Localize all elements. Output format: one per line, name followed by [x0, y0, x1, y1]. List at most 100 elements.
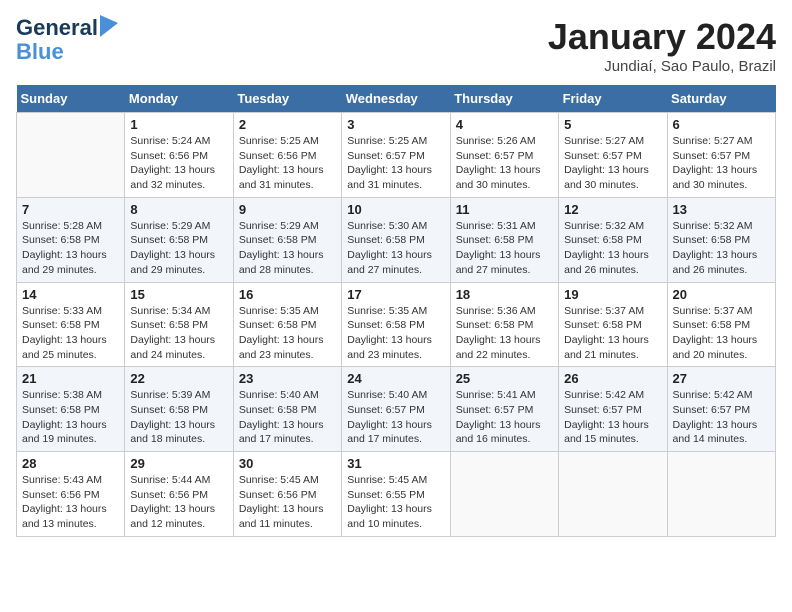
logo: General Blue	[16, 16, 118, 64]
page-header: General Blue January 2024 Jundiaí, Sao P…	[16, 16, 776, 75]
calendar-day: 31 Sunrise: 5:45 AMSunset: 6:55 PMDayligh…	[342, 452, 450, 537]
day-detail: Sunrise: 5:35 AMSunset: 6:58 PMDaylight:…	[347, 304, 444, 363]
calendar-day: 25 Sunrise: 5:41 AMSunset: 6:57 PMDayligh…	[450, 367, 558, 452]
calendar-day	[17, 113, 125, 198]
day-number: 5	[564, 117, 661, 132]
calendar-day: 16Sunrise: 5:35 AMSunset: 6:58 PMDayligh…	[233, 282, 341, 367]
calendar-day: 26Sunrise: 5:42 AMSunset: 6:57 PMDayligh…	[559, 367, 667, 452]
calendar-day: 27 Sunrise: 5:42 AMSunset: 6:57 PMDayligh…	[667, 367, 775, 452]
day-detail: Sunrise: 5:32 AMSunset: 6:58 PMDaylight:…	[564, 219, 661, 278]
day-number: 20	[673, 287, 770, 302]
calendar-day: 20 Sunrise: 5:37 AMSunset: 6:58 PMDayligh…	[667, 282, 775, 367]
calendar-day: 10Sunrise: 5:30 AMSunset: 6:58 PMDayligh…	[342, 197, 450, 282]
day-detail: Sunrise: 5:38 AMSunset: 6:58 PMDaylight:…	[22, 388, 119, 447]
dow-header: Sunday	[17, 85, 125, 113]
day-number: 23	[239, 371, 336, 386]
day-number: 17	[347, 287, 444, 302]
day-number: 14	[22, 287, 119, 302]
day-detail: Sunrise: 5:29 AMSunset: 6:58 PMDaylight:…	[130, 219, 227, 278]
calendar-day: 14 Sunrise: 5:33 AMSunset: 6:58 PMDayligh…	[17, 282, 125, 367]
day-detail: Sunrise: 5:37 AMSunset: 6:58 PMDaylight:…	[673, 304, 770, 363]
calendar-day: 21 Sunrise: 5:38 AMSunset: 6:58 PMDayligh…	[17, 367, 125, 452]
calendar-day	[667, 452, 775, 537]
day-detail: Sunrise: 5:24 AMSunset: 6:56 PMDaylight:…	[130, 134, 227, 193]
calendar-day: 7 Sunrise: 5:28 AMSunset: 6:58 PMDaylight…	[17, 197, 125, 282]
day-detail: Sunrise: 5:37 AMSunset: 6:58 PMDaylight:…	[564, 304, 661, 363]
calendar-day: 5 Sunrise: 5:27 AMSunset: 6:57 PMDaylight…	[559, 113, 667, 198]
dow-header: Monday	[125, 85, 233, 113]
calendar-body: 1 Sunrise: 5:24 AMSunset: 6:56 PMDaylight…	[17, 113, 776, 537]
day-number: 22	[130, 371, 227, 386]
calendar-day: 13Sunrise: 5:32 AMSunset: 6:58 PMDayligh…	[667, 197, 775, 282]
day-detail: Sunrise: 5:44 AMSunset: 6:56 PMDaylight:…	[130, 473, 227, 532]
day-detail: Sunrise: 5:29 AMSunset: 6:58 PMDaylight:…	[239, 219, 336, 278]
day-number: 7	[22, 202, 119, 217]
day-detail: Sunrise: 5:34 AMSunset: 6:58 PMDaylight:…	[130, 304, 227, 363]
day-number: 29	[130, 456, 227, 471]
day-detail: Sunrise: 5:33 AMSunset: 6:58 PMDaylight:…	[22, 304, 119, 363]
day-number: 13	[673, 202, 770, 217]
day-number: 8	[130, 202, 227, 217]
calendar-day: 24 Sunrise: 5:40 AMSunset: 6:57 PMDayligh…	[342, 367, 450, 452]
month-title: January 2024	[548, 16, 776, 58]
day-detail: Sunrise: 5:27 AMSunset: 6:57 PMDaylight:…	[673, 134, 770, 193]
day-detail: Sunrise: 5:35 AMSunset: 6:58 PMDaylight:…	[239, 304, 336, 363]
days-of-week-row: SundayMondayTuesdayWednesdayThursdayFrid…	[17, 85, 776, 113]
location-subtitle: Jundiaí, Sao Paulo, Brazil	[548, 58, 776, 75]
day-number: 10	[347, 202, 444, 217]
day-number: 2	[239, 117, 336, 132]
calendar-day: 4Sunrise: 5:26 AMSunset: 6:57 PMDaylight…	[450, 113, 558, 198]
day-detail: Sunrise: 5:45 AMSunset: 6:55 PMDaylight:…	[347, 473, 444, 532]
calendar-day: 22 Sunrise: 5:39 AMSunset: 6:58 PMDayligh…	[125, 367, 233, 452]
logo-text-line1: General	[16, 16, 98, 40]
calendar-day: 11 Sunrise: 5:31 AMSunset: 6:58 PMDayligh…	[450, 197, 558, 282]
day-number: 6	[673, 117, 770, 132]
calendar-day: 29 Sunrise: 5:44 AMSunset: 6:56 PMDayligh…	[125, 452, 233, 537]
calendar-day	[559, 452, 667, 537]
calendar-day: 19 Sunrise: 5:37 AMSunset: 6:58 PMDayligh…	[559, 282, 667, 367]
day-detail: Sunrise: 5:25 AMSunset: 6:56 PMDaylight:…	[239, 134, 336, 193]
dow-header: Saturday	[667, 85, 775, 113]
dow-header: Friday	[559, 85, 667, 113]
calendar-day: 3Sunrise: 5:25 AMSunset: 6:57 PMDaylight…	[342, 113, 450, 198]
day-detail: Sunrise: 5:31 AMSunset: 6:58 PMDaylight:…	[456, 219, 553, 278]
day-number: 31	[347, 456, 444, 471]
day-number: 30	[239, 456, 336, 471]
calendar-day: 23Sunrise: 5:40 AMSunset: 6:58 PMDayligh…	[233, 367, 341, 452]
day-detail: Sunrise: 5:42 AMSunset: 6:57 PMDaylight:…	[673, 388, 770, 447]
day-number: 24	[347, 371, 444, 386]
calendar-week: 7 Sunrise: 5:28 AMSunset: 6:58 PMDaylight…	[17, 197, 776, 282]
day-number: 11	[456, 202, 553, 217]
day-detail: Sunrise: 5:27 AMSunset: 6:57 PMDaylight:…	[564, 134, 661, 193]
day-detail: Sunrise: 5:39 AMSunset: 6:58 PMDaylight:…	[130, 388, 227, 447]
day-number: 1	[130, 117, 227, 132]
calendar-day	[450, 452, 558, 537]
day-number: 27	[673, 371, 770, 386]
day-number: 18	[456, 287, 553, 302]
calendar-day: 2 Sunrise: 5:25 AMSunset: 6:56 PMDaylight…	[233, 113, 341, 198]
calendar-day: 9Sunrise: 5:29 AMSunset: 6:58 PMDaylight…	[233, 197, 341, 282]
day-number: 21	[22, 371, 119, 386]
day-number: 26	[564, 371, 661, 386]
day-number: 25	[456, 371, 553, 386]
day-number: 19	[564, 287, 661, 302]
day-detail: Sunrise: 5:40 AMSunset: 6:57 PMDaylight:…	[347, 388, 444, 447]
calendar-day: 17 Sunrise: 5:35 AMSunset: 6:58 PMDayligh…	[342, 282, 450, 367]
dow-header: Thursday	[450, 85, 558, 113]
calendar-day: 15Sunrise: 5:34 AMSunset: 6:58 PMDayligh…	[125, 282, 233, 367]
day-detail: Sunrise: 5:45 AMSunset: 6:56 PMDaylight:…	[239, 473, 336, 532]
day-number: 4	[456, 117, 553, 132]
calendar-week: 14 Sunrise: 5:33 AMSunset: 6:58 PMDayligh…	[17, 282, 776, 367]
calendar-table: SundayMondayTuesdayWednesdayThursdayFrid…	[16, 85, 776, 537]
calendar-week: 21 Sunrise: 5:38 AMSunset: 6:58 PMDayligh…	[17, 367, 776, 452]
day-detail: Sunrise: 5:28 AMSunset: 6:58 PMDaylight:…	[22, 219, 119, 278]
title-block: January 2024 Jundiaí, Sao Paulo, Brazil	[548, 16, 776, 75]
calendar-week: 28Sunrise: 5:43 AMSunset: 6:56 PMDayligh…	[17, 452, 776, 537]
calendar-day: 28Sunrise: 5:43 AMSunset: 6:56 PMDayligh…	[17, 452, 125, 537]
calendar-day: 6 Sunrise: 5:27 AMSunset: 6:57 PMDaylight…	[667, 113, 775, 198]
day-detail: Sunrise: 5:41 AMSunset: 6:57 PMDaylight:…	[456, 388, 553, 447]
calendar-week: 1 Sunrise: 5:24 AMSunset: 6:56 PMDaylight…	[17, 113, 776, 198]
calendar-day: 1 Sunrise: 5:24 AMSunset: 6:56 PMDaylight…	[125, 113, 233, 198]
day-number: 12	[564, 202, 661, 217]
logo-icon	[100, 15, 118, 37]
